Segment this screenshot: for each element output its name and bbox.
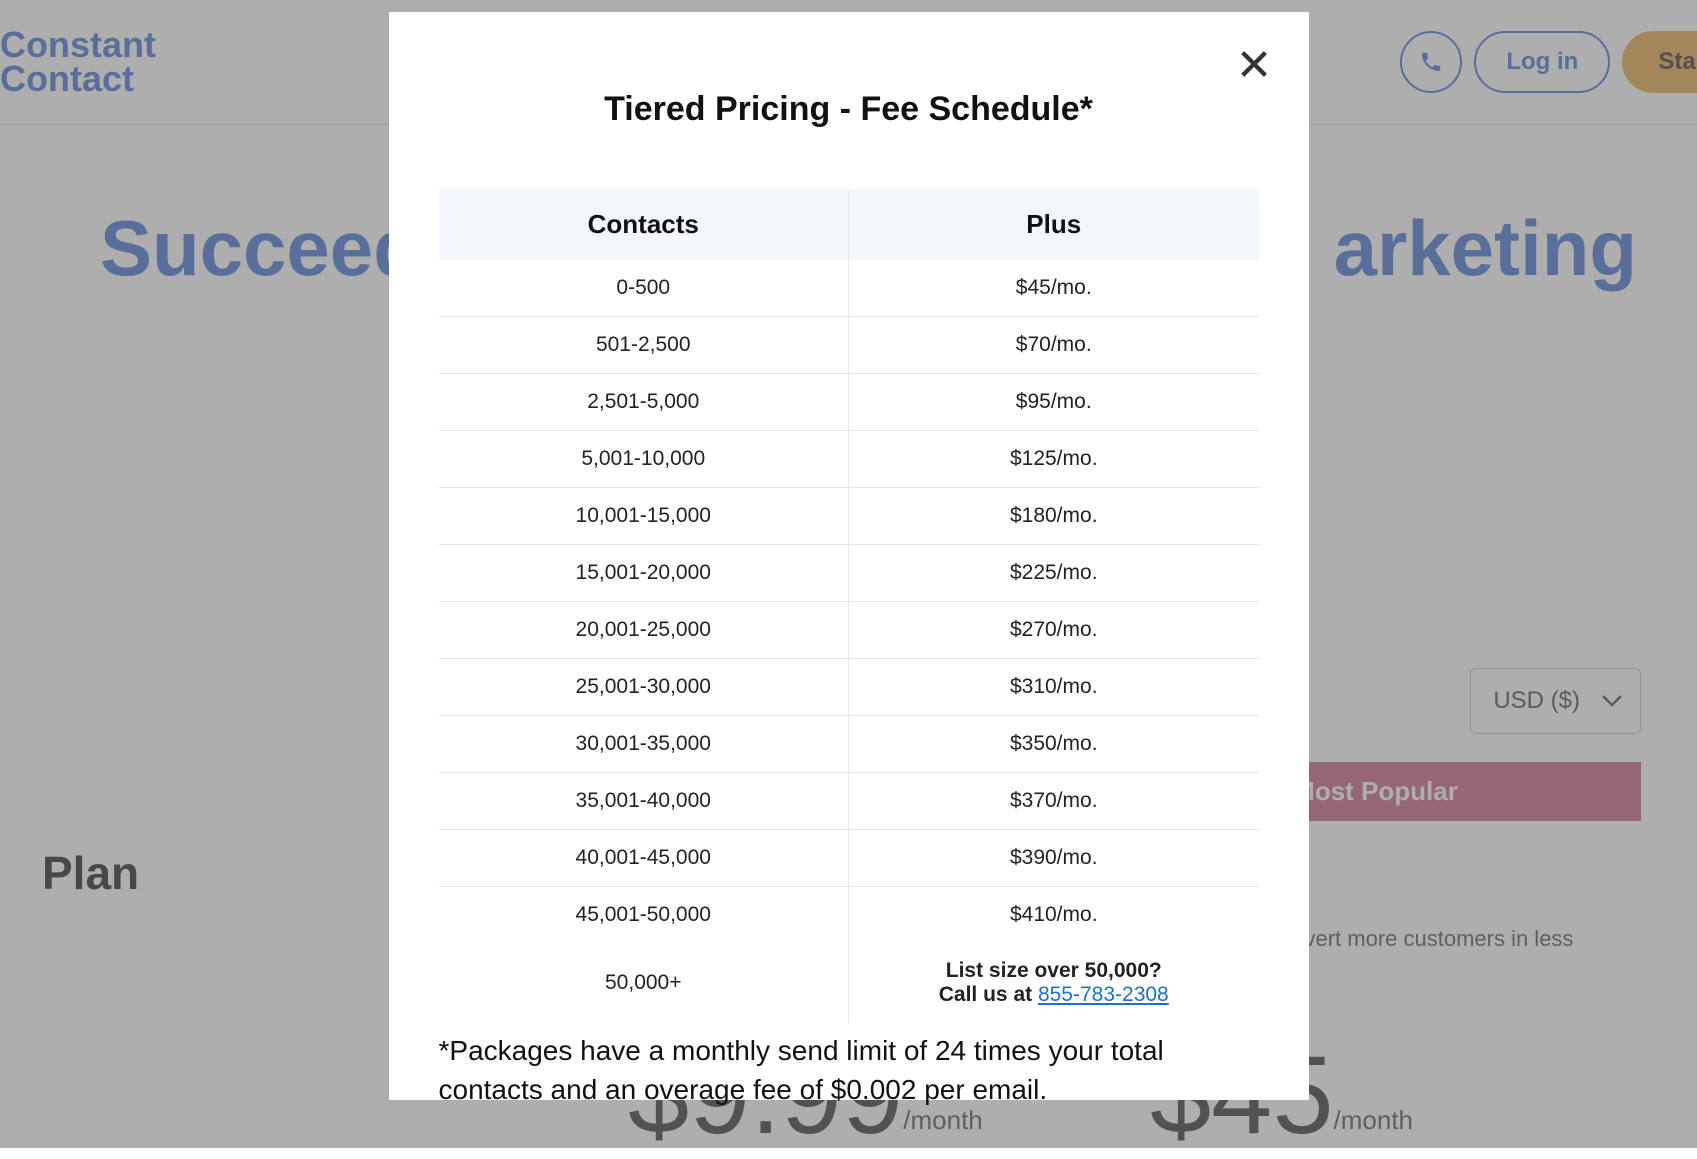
price-cell: $95/mo. [849,374,1259,431]
contacts-cell: 45,001-50,000 [439,887,849,944]
contacts-cell: 10,001-15,000 [439,488,849,545]
close-icon: ✕ [1236,41,1273,90]
table-row: 20,001-25,000$270/mo. [439,602,1259,659]
table-row: 40,001-45,000$390/mo. [439,830,1259,887]
contacts-cell: 0-500 [439,260,849,317]
table-row: 30,001-35,000$350/mo. [439,716,1259,773]
table-row: 15,001-20,000$225/mo. [439,545,1259,602]
contacts-cell: 15,001-20,000 [439,545,849,602]
price-cell: $45/mo. [849,260,1259,317]
contacts-cell: 40,001-45,000 [439,830,849,887]
over-call-label: Call us at [939,983,1038,1006]
table-row: 25,001-30,000$310/mo. [439,659,1259,716]
contacts-cell: 501-2,500 [439,317,849,374]
contacts-cell: 35,001-40,000 [439,773,849,830]
table-row: 2,501-5,000$95/mo. [439,374,1259,431]
price-cell: $270/mo. [849,602,1259,659]
price-cell: $350/mo. [849,716,1259,773]
table-row: 35,001-40,000$370/mo. [439,773,1259,830]
phone-link[interactable]: 855-783-2308 [1038,983,1169,1006]
table-row: 0-500$45/mo. [439,260,1259,317]
contacts-cell: 20,001-25,000 [439,602,849,659]
col-contacts: Contacts [439,189,849,260]
price-cell: $370/mo. [849,773,1259,830]
modal-footnote: *Packages have a monthly send limit of 2… [439,1031,1259,1109]
price-cell: $225/mo. [849,545,1259,602]
contacts-cell: 5,001-10,000 [439,431,849,488]
table-row: 45,001-50,000$410/mo. [439,887,1259,944]
price-cell: $410/mo. [849,887,1259,944]
contacts-cell: 2,501-5,000 [439,374,849,431]
price-cell: $180/mo. [849,488,1259,545]
contacts-cell: 25,001-30,000 [439,659,849,716]
price-cell: $125/mo. [849,431,1259,488]
price-cell: $70/mo. [849,317,1259,374]
contacts-cell: 30,001-35,000 [439,716,849,773]
price-cell: $310/mo. [849,659,1259,716]
over-question: List size over 50,000? [849,959,1259,983]
table-row: 10,001-15,000$180/mo. [439,488,1259,545]
over-call-cell: List size over 50,000? Call us at 855-78… [849,943,1259,1023]
pricing-table: Contacts Plus 0-500$45/mo.501-2,500$70/m… [439,189,1259,1023]
pricing-modal: ✕ Tiered Pricing - Fee Schedule* Contact… [389,12,1309,1100]
modal-title: Tiered Pricing - Fee Schedule* [439,90,1259,129]
table-row: 501-2,500$70/mo. [439,317,1259,374]
col-plus: Plus [849,189,1259,260]
price-cell: $390/mo. [849,830,1259,887]
modal-overlay[interactable]: ✕ Tiered Pricing - Fee Schedule* Contact… [0,0,1697,1148]
close-button[interactable]: ✕ [1236,44,1273,88]
table-row: 5,001-10,000$125/mo. [439,431,1259,488]
over-contacts: 50,000+ [439,943,849,1023]
